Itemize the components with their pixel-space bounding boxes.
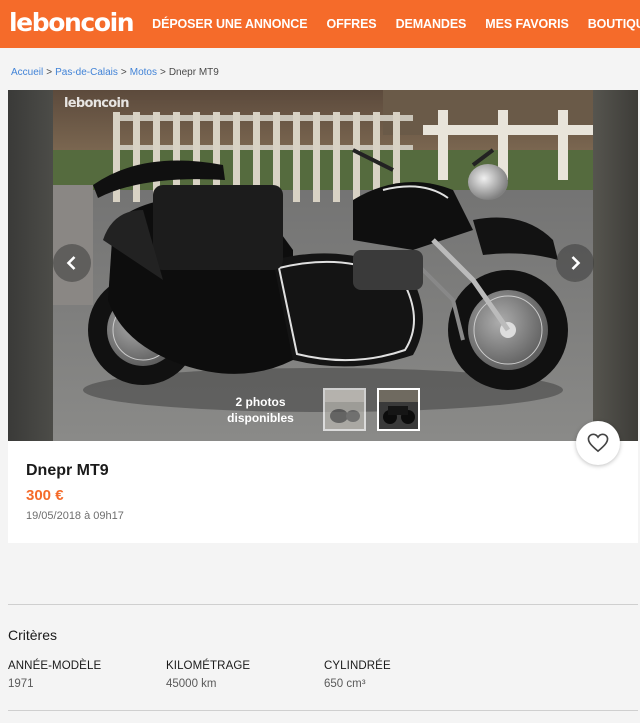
thumbnail-image-1 [325, 390, 364, 429]
heart-icon [587, 433, 609, 453]
criterion-value: 650 cm³ [324, 678, 366, 690]
section-divider [8, 604, 638, 605]
thumbnail-2[interactable] [377, 388, 420, 431]
breadcrumb: Accueil > Pas-de-Calais > Motos > Dnepr MT9 [0, 48, 640, 91]
listing-price: 300 € [26, 487, 64, 504]
criterion-label: Cylindrée [324, 660, 391, 672]
photo-count-label: 2 photos disponibles [213, 394, 308, 426]
breadcrumb-separator: > [120, 67, 127, 78]
previous-photo-button[interactable] [53, 244, 91, 282]
gallery-side-left [8, 90, 53, 441]
breadcrumb-region[interactable]: Pas-de-Calais [55, 67, 118, 78]
criterion-displacement: Cylindrée 650 cm³ [324, 660, 391, 690]
photo-gallery: leboncoin 2 photos disponibles [8, 90, 638, 441]
listing-card: leboncoin 2 photos disponibles Dnepr MT9… [8, 90, 638, 543]
nav-offers[interactable]: Offres [326, 17, 376, 31]
criterion-value: 45000 km [166, 678, 217, 690]
criterion-label: Année-modèle [8, 660, 102, 672]
thumbnail-1[interactable] [323, 388, 366, 431]
thumbnail-image-2 [379, 390, 418, 429]
breadcrumb-current: Dnepr MT9 [168, 67, 219, 78]
breadcrumb-separator: > [46, 67, 53, 78]
nav-post-ad[interactable]: Déposer une annonce [152, 17, 307, 31]
gallery-side-right [593, 90, 638, 441]
main-nav: Déposer une annonce Offres Demandes Mes … [133, 17, 640, 31]
listing-title: Dnepr MT9 [26, 462, 109, 479]
criteria-heading: Critères [8, 627, 58, 643]
nav-favorites[interactable]: Mes favoris [485, 17, 569, 31]
criterion-value: 1971 [8, 678, 34, 690]
favorite-button[interactable] [576, 421, 620, 465]
breadcrumb-category[interactable]: Motos [130, 67, 157, 78]
breadcrumb-separator: > [159, 67, 166, 78]
next-photo-button[interactable] [556, 244, 594, 282]
criterion-mileage: Kilométrage 45000 km [166, 660, 250, 690]
photo-count-line1: 2 photos [235, 395, 286, 409]
criterion-label: Kilométrage [166, 660, 251, 672]
criterion-model-year: Année-modèle 1971 [8, 660, 101, 690]
nav-shops[interactable]: Boutiques [588, 17, 640, 31]
listing-date: 19/05/2018 à 09h17 [26, 510, 124, 522]
watermark-logo: leboncoin [64, 96, 130, 111]
chevron-left-icon [66, 256, 76, 270]
top-navigation-bar: leboncoin Déposer une annonce Offres Dem… [0, 0, 640, 48]
photo-count-line2: disponibles [227, 411, 294, 425]
nav-requests[interactable]: Demandes [396, 17, 467, 31]
leboncoin-logo[interactable]: leboncoin [9, 10, 135, 35]
breadcrumb-home[interactable]: Accueil [11, 67, 43, 78]
chevron-right-icon [571, 256, 581, 270]
section-divider [8, 710, 638, 711]
